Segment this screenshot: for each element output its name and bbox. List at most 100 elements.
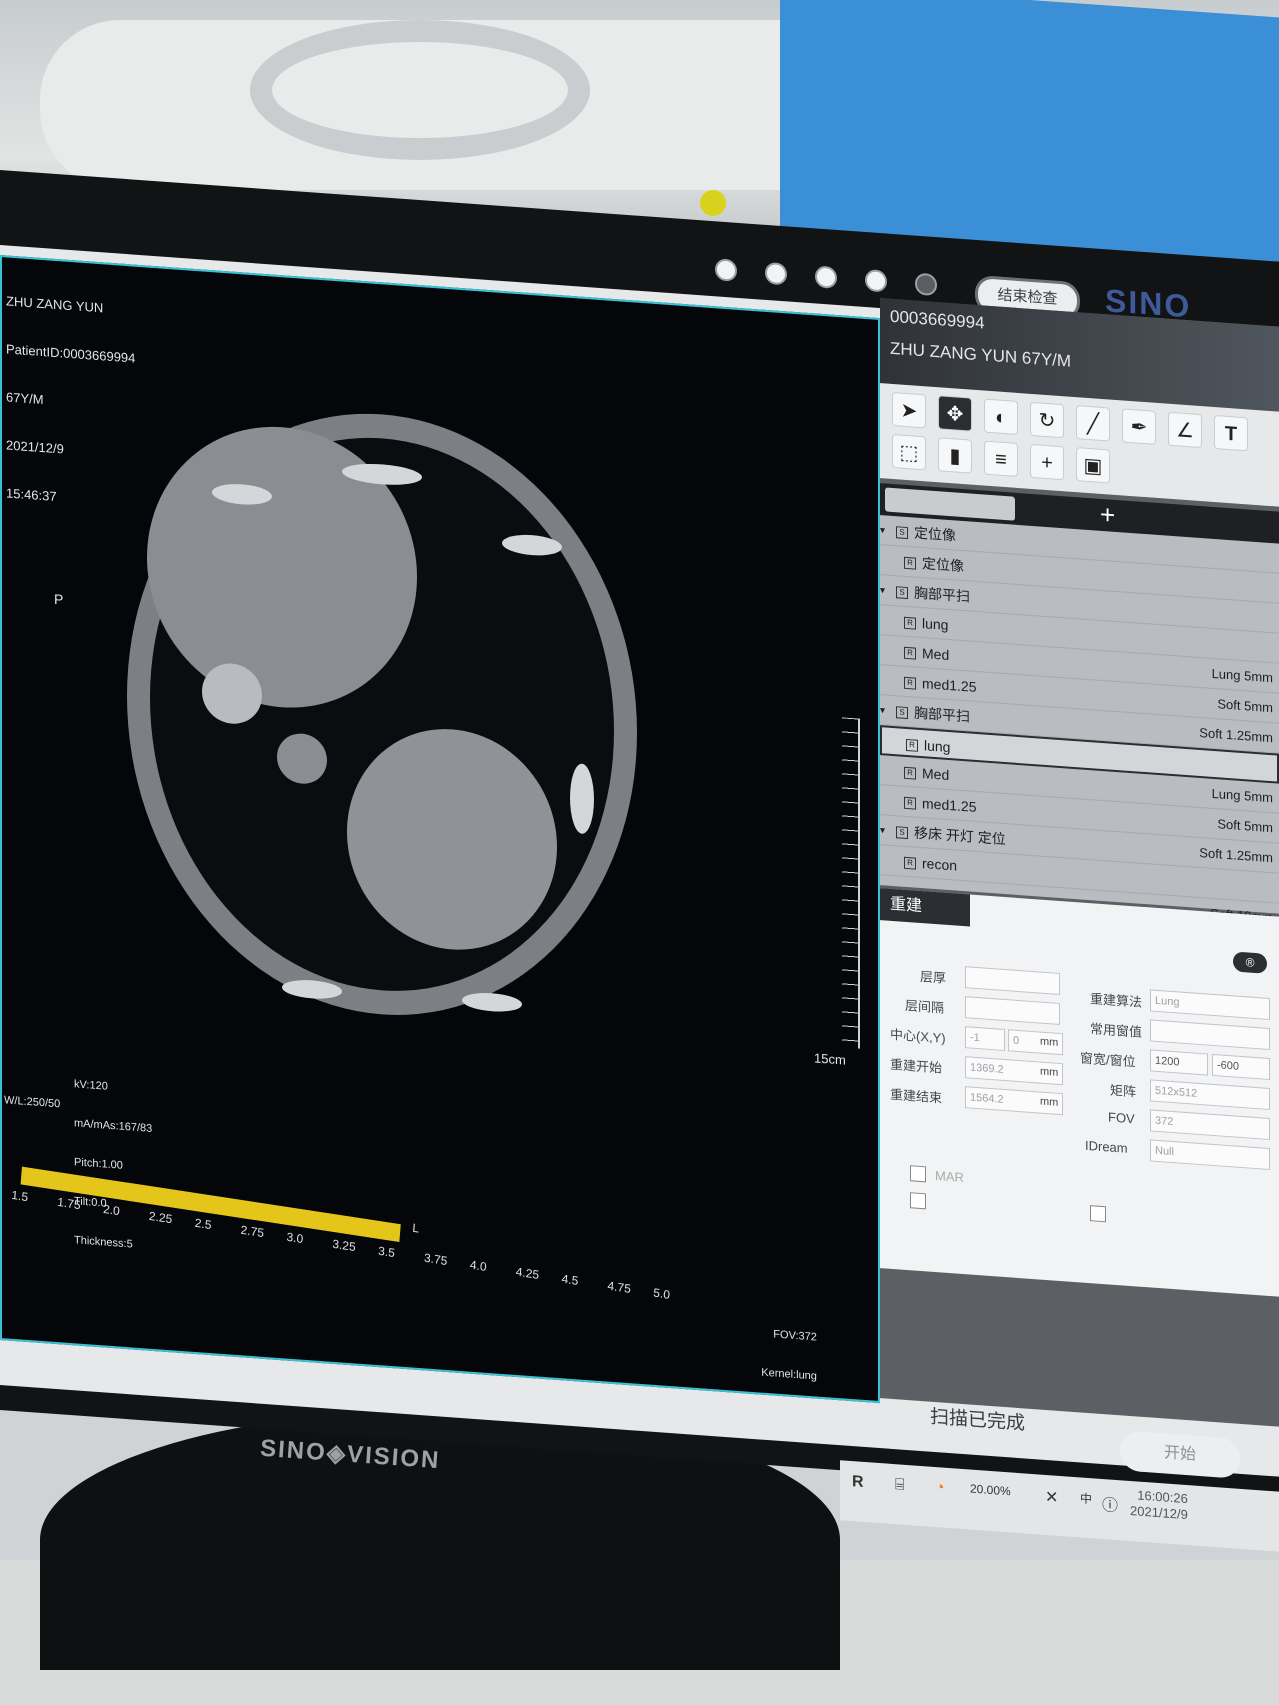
contrast-icon[interactable]: ◐: [984, 398, 1018, 435]
add-series-button[interactable]: +: [1100, 499, 1115, 530]
timeline-tick: 4.5: [561, 1271, 579, 1288]
start-label: 重建开始: [890, 1056, 943, 1076]
start-button[interactable]: 开始: [1120, 1430, 1240, 1479]
caret-down-icon: ▾: [880, 705, 886, 717]
image-icon[interactable]: ▣: [1076, 447, 1110, 484]
tree-label: lung: [922, 615, 949, 633]
center-label: 中心(X,Y): [890, 1026, 946, 1046]
series-icon: R: [904, 617, 916, 630]
rib: [462, 993, 522, 1012]
series-icon: R: [904, 557, 916, 570]
recon-mode-icon[interactable]: ®: [1233, 951, 1267, 974]
window-control-circle[interactable]: [915, 272, 937, 297]
folder-icon: S: [896, 706, 908, 720]
angle-icon[interactable]: ∠: [1168, 411, 1202, 449]
recon-info-line: Kernel:lung: [761, 1366, 817, 1383]
scale-label: 15cm: [814, 1050, 846, 1068]
algorithm-select[interactable]: Lung: [1150, 989, 1270, 1021]
patient-id: 0003669994: [890, 306, 985, 333]
fov-field[interactable]: 372: [1150, 1109, 1270, 1141]
timeline-tick: 3.75: [423, 1250, 448, 1269]
tree-label: Med: [922, 645, 950, 664]
series-icon: R: [906, 739, 918, 753]
matrix-select[interactable]: 512x512: [1150, 1079, 1270, 1111]
folder-icon: S: [896, 826, 908, 840]
timeline-tick: 5.0: [652, 1285, 671, 1302]
recon-tab[interactable]: 重建: [880, 888, 970, 927]
pointer-icon[interactable]: ➤: [892, 391, 926, 429]
text-icon[interactable]: T: [1214, 415, 1248, 452]
window-level-left: W/L:250/50: [4, 1094, 61, 1111]
r-indicator[interactable]: R: [852, 1473, 864, 1492]
heat-percent: 20.00%: [970, 1481, 1011, 1499]
ime-indicator[interactable]: 中: [1080, 1489, 1092, 1507]
series-tree: ▾ S 定位像 R 定位像 ▾ S 胸部平扫 Rlung R Med Lung 5mm Rme…: [880, 515, 1279, 925]
recon-info: FOV:372 Kernel:lung W/L:816/-36: [757, 1301, 817, 1448]
tree-detail: Lung 5mm: [1211, 665, 1273, 686]
folder-icon: S: [896, 526, 908, 540]
window-preset-select[interactable]: [1150, 1019, 1270, 1051]
end-unit: mm: [1040, 1095, 1059, 1109]
line-icon[interactable]: ╱: [1076, 405, 1110, 442]
patient-name: ZHU ZANG YUN 67Y/M: [890, 338, 1072, 371]
timeline-tick: 3.25: [331, 1236, 357, 1255]
center-x-field[interactable]: -1: [965, 1026, 1005, 1052]
window-width-field[interactable]: 1200: [1150, 1049, 1208, 1076]
timeline-tick: 4.0: [469, 1257, 488, 1275]
orientation-left: P: [54, 590, 64, 608]
rotate-icon[interactable]: ↻: [1030, 401, 1064, 439]
monitor: ZHU ZANG YUN PatientID:0003669994 67Y/M …: [0, 170, 1279, 1552]
tools-icon[interactable]: ✕: [1045, 1487, 1058, 1508]
thickness-field[interactable]: [965, 966, 1060, 995]
tube-icon[interactable]: ◔: [935, 1479, 945, 1498]
timeline-tick: 2.75: [240, 1222, 265, 1241]
ct-gantry-ring: [250, 20, 590, 160]
frame-icon[interactable]: ⬚: [892, 433, 926, 471]
interval-field[interactable]: [965, 996, 1060, 1025]
series-icon: R: [904, 647, 916, 660]
window-icon[interactable]: ▮: [938, 437, 972, 474]
option-checkbox[interactable]: [910, 1192, 926, 1210]
tree-detail: Soft 5mm: [1217, 816, 1273, 836]
window-control-circle[interactable]: [715, 258, 737, 282]
series-icon: R: [904, 677, 916, 690]
recon-info-line: W/L:816/-36: [757, 1405, 817, 1422]
orientation-bottom: L: [411, 1220, 420, 1236]
folder-icon: S: [896, 586, 908, 600]
series-filter-select[interactable]: [885, 487, 1015, 521]
ct-image-viewer[interactable]: ZHU ZANG YUN PatientID:0003669994 67Y/M …: [0, 255, 880, 1422]
tree-label: Med: [922, 765, 950, 784]
timeline-tick: 2.0: [102, 1201, 121, 1219]
table-icon[interactable]: ⌸: [895, 1476, 905, 1495]
window-control-circle[interactable]: [865, 269, 887, 293]
tree-label: 胸部平扫: [914, 584, 970, 605]
window-level-field[interactable]: -600: [1212, 1053, 1270, 1081]
dropper-icon[interactable]: ✒: [1122, 408, 1156, 445]
clock-date: 2021/12/9: [1130, 1502, 1188, 1523]
timeline-tick: 1.75: [56, 1194, 82, 1213]
param-line: kV:120: [74, 1078, 108, 1093]
overlay-line: ZHU ZANG YUN: [6, 293, 104, 316]
fov-label: FOV: [1108, 1109, 1135, 1127]
idream-select[interactable]: Null: [1150, 1139, 1270, 1171]
end-label: 重建结束: [890, 1086, 943, 1106]
mar-checkbox[interactable]: [910, 1165, 926, 1183]
tree-label: 定位像: [922, 555, 964, 575]
scanner-light: [700, 190, 726, 216]
info-icon[interactable]: ⓘ: [1102, 1491, 1118, 1516]
center-unit: mm: [1040, 1035, 1059, 1049]
timeline-tick: 2.5: [194, 1215, 213, 1233]
crosshair-icon[interactable]: +: [1030, 443, 1064, 481]
window-control-circle[interactable]: [815, 265, 837, 289]
window-control-circle[interactable]: [765, 261, 787, 286]
pan-icon[interactable]: ✥: [938, 395, 972, 432]
ruler-icon[interactable]: ≡: [984, 440, 1018, 477]
caret-down-icon: ▾: [880, 585, 886, 597]
matrix-label: 矩阵: [1110, 1082, 1137, 1100]
timeline-tick: 4.25: [515, 1264, 540, 1283]
extended-fov-checkbox[interactable]: [1090, 1205, 1106, 1223]
series-icon: R: [904, 797, 916, 810]
control-panel: 0003669994 ZHU ZANG YUN 67Y/M ➤ ✥ ◐ ↻ ╱ …: [880, 298, 1279, 1427]
tree-label: med1.25: [922, 795, 977, 815]
window-label: 窗宽/窗位: [1080, 1050, 1136, 1070]
